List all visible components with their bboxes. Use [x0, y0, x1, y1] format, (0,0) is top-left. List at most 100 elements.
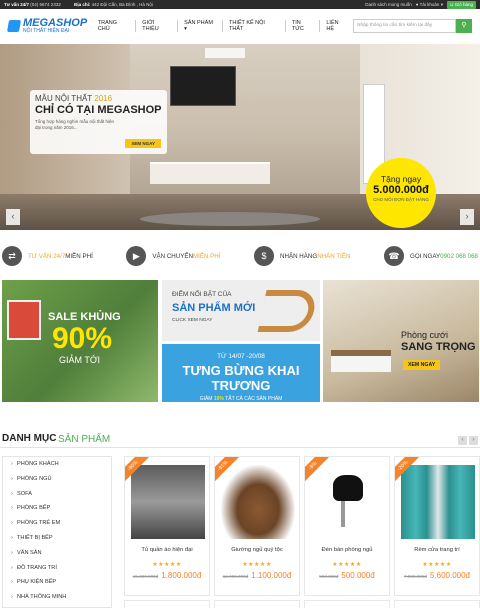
service-shipping: ▶ VẬN CHUYỂN MIỄN PHÍ	[126, 246, 220, 266]
service-highlight: MIỄN PHÍ	[192, 252, 221, 260]
category-item[interactable]: PHÒNG NGỦ	[3, 472, 111, 487]
room-cta-button[interactable]: XEM NGAY	[403, 360, 441, 370]
product-card[interactable]: -91% Giường ngủ quý tộc ★★★★★ 12.000.000…	[214, 456, 300, 596]
address-label: Địa chỉ:	[74, 2, 91, 7]
product-card-next-row[interactable]	[124, 600, 210, 608]
nav-news[interactable]: TIN TỨC	[286, 20, 321, 32]
category-item[interactable]: PHÒNG KHÁCH	[3, 457, 111, 472]
promo-banners: SALE KHỦNG 90% GIẢM TỚI ĐIỂM NỔI BẬT CỦA…	[0, 280, 480, 402]
slide-tv	[170, 66, 236, 106]
wedding-room-banner[interactable]: Phòng cưới SANG TRỌNG XEM NGAY	[323, 280, 479, 402]
search-button[interactable]: ⚲	[456, 19, 472, 33]
badge-amount: 5.000.000đ	[373, 184, 429, 196]
nav-products[interactable]: SẢN PHẨM ▾	[178, 20, 223, 32]
sale-subtitle: GIẢM TỚI	[59, 355, 101, 365]
service-call: ☎ GỌI NGAY 0902 068 068	[384, 246, 478, 266]
opening-dates: TỪ 14/07 -20/08	[217, 353, 265, 360]
category-item[interactable]: NHÀ THÔNG MINH	[3, 590, 111, 605]
lamp-shade	[333, 475, 363, 501]
slide-promo-box: MẪU NỘI THẤT 2016 CHỈ CÓ TẠI MEGASHOP Tổ…	[30, 90, 167, 154]
product-card[interactable]: -20% Rèm cửa trang trí ★★★★★ 7.000.000đ 5…	[394, 456, 480, 596]
slider-prev-button[interactable]: ‹	[6, 209, 20, 225]
service-consult: ⇄ TƯ VẤN 24/7 MIỄN PHÍ	[2, 246, 93, 266]
product-price: 15.000.000đ 1.800.000đ	[125, 571, 209, 580]
cart-button[interactable]: ⊔ Giỏ hàng	[446, 0, 476, 9]
contact-info: Tư vấn 24/7 (04) 6674 2332 Địa chỉ: 442 …	[4, 2, 165, 7]
rating-stars: ★★★★★	[422, 562, 452, 568]
chevron-left-icon: ‹	[461, 437, 464, 443]
sale-banner[interactable]: SALE KHỦNG 90% GIẢM TỚI	[2, 280, 158, 402]
promo-cta-button[interactable]: XEM NGAY	[125, 139, 161, 148]
promo-year: 2016	[94, 94, 113, 103]
hero-slider: MẪU NỘI THẤT 2016 CHỈ CÓ TẠI MEGASHOP Tổ…	[0, 44, 480, 230]
address: Địa chỉ: 442 Đội Cấn, Ba Đình , Hà Nội	[74, 2, 159, 7]
category-item[interactable]: VĂN SẢN	[3, 546, 111, 561]
current-price: 1.800.000đ	[161, 571, 202, 580]
section-prev-button[interactable]: ‹	[458, 436, 467, 445]
lamp-stand	[341, 501, 345, 527]
product-image[interactable]	[401, 465, 475, 539]
nav-home[interactable]: TRANG CHỦ	[92, 20, 137, 32]
badge-title: Tặng ngay	[380, 174, 422, 184]
hotline-label: Tư vấn 24/7	[4, 2, 30, 7]
category-item[interactable]: PHỤ KIỆN BẾP	[3, 575, 111, 590]
product-image[interactable]	[311, 465, 385, 539]
category-item[interactable]: PHÒNG BẾP	[3, 501, 111, 516]
account-link[interactable]: ● Tài khoản ▾	[416, 2, 443, 8]
promo-description: Tổng hợp hàng nghìn mẫu nội thất hiện đạ…	[35, 119, 115, 130]
nav-contact[interactable]: LIÊN HỆ	[320, 20, 353, 32]
slide-cabinet	[150, 162, 270, 184]
category-item[interactable]: SOFA	[3, 487, 111, 502]
product-card[interactable]: -9% Đèn bàn phòng ngủ ★★★★★ 550.000đ 500.…	[304, 456, 390, 596]
nav-interior-design[interactable]: THIẾT KẾ NỘI THẤT	[223, 20, 286, 32]
product-card-next-row[interactable]	[304, 600, 390, 608]
slide-rug	[140, 212, 320, 226]
logo[interactable]: MEGASHOP NỘI THẤT HIỆN ĐẠI	[6, 18, 92, 34]
nav-about[interactable]: GIỚI THIỆU	[136, 20, 179, 32]
current-price: 1.100.000đ	[251, 571, 292, 580]
product-name[interactable]: Tủ quần áo hiện đại	[125, 547, 209, 553]
opening-title: TƯNG BỪNG KHAI TRƯƠNG	[182, 363, 300, 393]
room-line1: Phòng cưới	[401, 330, 448, 340]
product-image[interactable]	[221, 465, 295, 539]
product-card-next-row[interactable]	[394, 600, 480, 608]
product-name[interactable]: Rèm cửa trang trí	[395, 547, 479, 553]
old-price: 12.000.000đ	[222, 574, 249, 579]
service-highlight: TƯ VẤN 24/7	[28, 252, 66, 260]
section-next-button[interactable]: ›	[469, 436, 478, 445]
slider-next-button[interactable]: ›	[460, 209, 474, 225]
wishlist-link[interactable]: Danh sách mong muốn	[365, 2, 412, 7]
current-price: 5.600.000đ	[429, 571, 471, 580]
search-input[interactable]: Nhập thông tin cần tìm kiếm tại đây	[353, 19, 456, 33]
opening-subtitle: GIẢM 10% TẤT CẢ CÁC SẢN PHẨM	[162, 396, 320, 402]
sale-percent: 90%	[52, 322, 113, 355]
product-card-next-row[interactable]	[214, 600, 300, 608]
search-icon: ⚲	[461, 22, 467, 29]
category-item[interactable]: ĐỒ TRANG TRÍ	[3, 561, 111, 576]
product-name[interactable]: Giường ngủ quý tộc	[215, 547, 299, 553]
header: MEGASHOP NỘI THẤT HIỆN ĐẠI TRANG CHỦ GIỚ…	[0, 9, 480, 43]
new-kicker: ĐIỂM NỔI BẬT CỦA	[172, 291, 232, 298]
opening-sub-text: GIẢM	[199, 396, 214, 402]
service-highlight: NHẬN TIỀN	[317, 252, 351, 260]
service-phone-number[interactable]: 0902 068 068	[440, 253, 478, 260]
address-value: 442 Đội Cấn, Ba Đình , Hà Nội	[91, 2, 153, 7]
product-price: 12.000.000đ 1.100.000đ	[215, 571, 299, 580]
product-name[interactable]: Đèn bàn phòng ngủ	[305, 547, 389, 553]
category-item[interactable]: PHÒNG TRẺ EM	[3, 516, 111, 531]
rating-stars: ★★★★★	[152, 562, 182, 568]
new-products-banner[interactable]: ĐIỂM NỔI BẬT CỦA SẢN PHẨM MỚI CLICK XEM …	[162, 280, 320, 341]
section-subtitle: SẢN PHẨM	[58, 434, 111, 445]
product-card[interactable]: -90% Tủ quần áo hiện đại ★★★★★ 15.000.00…	[124, 456, 210, 596]
category-item[interactable]: THIẾT BỊ BẾP	[3, 531, 111, 546]
top-bar: Tư vấn 24/7 (04) 6674 2332 Địa chỉ: 442 …	[0, 0, 480, 9]
room-line2: SANG TRỌNG	[401, 341, 476, 353]
old-price: 7.000.000đ	[403, 574, 427, 579]
opening-sub-text: TẤT CẢ CÁC SẢN PHẨM	[223, 396, 283, 402]
opening-banner[interactable]: TỪ 14/07 -20/08 TƯNG BỪNG KHAI TRƯƠNG GI…	[162, 344, 320, 402]
product-image[interactable]	[131, 465, 205, 539]
slide-wall-frames	[205, 48, 245, 58]
service-cod: $ NHẬN HÀNG NHẬN TIỀN	[254, 246, 350, 266]
promo-kicker-text: MẪU NỘI THẤT	[35, 94, 93, 103]
cart-label: Giỏ hàng	[454, 1, 473, 7]
